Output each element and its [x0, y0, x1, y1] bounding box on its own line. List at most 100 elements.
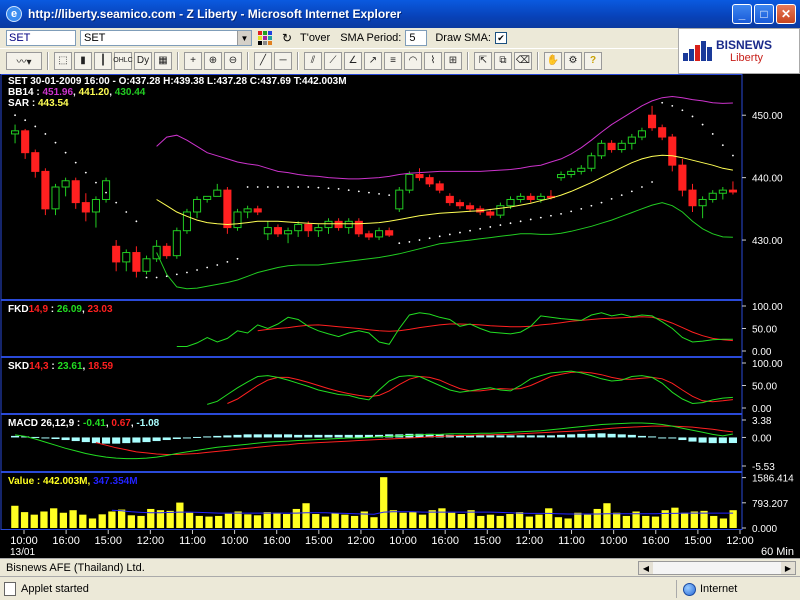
- candle-body: [203, 195, 212, 200]
- close-button[interactable]: ✕: [776, 4, 796, 24]
- help-icon[interactable]: ?: [584, 51, 602, 70]
- x-tick-label: 11:00: [558, 535, 585, 547]
- fibonacci-arc-icon[interactable]: ◠: [404, 51, 422, 70]
- properties-icon[interactable]: ⚙: [564, 51, 582, 70]
- macd-hist-bar: [61, 437, 70, 441]
- chart-area[interactable]: 450.00 440.00 430.00 SET 30-01-2009 16:00 -…: [0, 74, 800, 558]
- candle-body: [102, 180, 111, 200]
- chart-canvas[interactable]: 450.00 440.00 430.00 SET 30-01-2009 16:00 -…: [0, 74, 800, 558]
- sar-dot: [580, 207, 583, 210]
- volume-bar: [88, 518, 97, 528]
- volume-bar: [40, 511, 48, 528]
- sar-dot: [651, 181, 653, 183]
- symbol-select[interactable]: SET ▼: [80, 30, 252, 46]
- candle-body: [61, 180, 70, 188]
- candle-body: [718, 189, 727, 194]
- fkd-k-value: 26.09: [57, 304, 82, 315]
- horizontal-line-icon[interactable]: ─: [274, 51, 292, 70]
- candle-body: [273, 227, 282, 235]
- zoom-in-icon[interactable]: ⊕: [204, 51, 222, 70]
- skd-axis-tick-label: 0.00: [752, 404, 772, 415]
- skd-label: SKD: [8, 361, 29, 372]
- bb-mid-value: 441.20: [79, 87, 110, 98]
- hand-pan-icon[interactable]: ✋: [544, 51, 562, 70]
- stats-icon[interactable]: ▦: [154, 51, 172, 70]
- sar-dot: [539, 216, 542, 219]
- price-axis-tick-label: 440.00: [752, 174, 783, 185]
- candle-body: [708, 192, 717, 200]
- macd-hist-bar: [728, 437, 737, 444]
- maximize-button[interactable]: □: [754, 4, 774, 24]
- sar-dot: [398, 242, 401, 245]
- volume-bar: [564, 518, 572, 528]
- fkd-params: 14,9: [29, 304, 49, 315]
- cycle-icon[interactable]: ⌇: [424, 51, 442, 70]
- candle-body: [435, 183, 444, 191]
- refresh-icon[interactable]: ↻: [278, 29, 296, 47]
- candle-body: [162, 245, 171, 257]
- dy-button[interactable]: Dy: [134, 51, 152, 70]
- sar-dot: [408, 241, 411, 243]
- scroll-left-icon[interactable]: ◀: [639, 562, 653, 574]
- cursor-box-icon[interactable]: ⬚: [54, 51, 72, 70]
- bb-legend: BB14 : 451.96, 441.20, 430.44: [8, 87, 146, 98]
- price-header: SET 30-01-2009 16:00 - O:437.28 H:439.38…: [8, 76, 347, 87]
- macd-hist-bar: [253, 434, 262, 438]
- volume-value-2: 347.354M: [93, 476, 137, 487]
- candle-body: [142, 258, 151, 272]
- channel-icon[interactable]: ⫽: [304, 51, 322, 70]
- horizontal-scrollbar[interactable]: ◀ ▶: [638, 561, 796, 575]
- macd-hist-bar: [506, 435, 515, 438]
- sar-dot: [115, 201, 118, 204]
- sar-dot: [165, 275, 168, 278]
- arrow-line-icon[interactable]: ↗: [364, 51, 382, 70]
- macd-hist-bar: [688, 437, 697, 442]
- bar-chart-icon[interactable]: ┃: [94, 51, 112, 70]
- chevron-down-icon[interactable]: ▼: [237, 31, 251, 45]
- erase-icon[interactable]: ⌫: [514, 51, 532, 70]
- minimize-button[interactable]: _: [732, 4, 752, 24]
- volume-bar: [535, 514, 543, 528]
- candle-body: [314, 227, 323, 232]
- ohlc-button[interactable]: OHLC: [113, 51, 133, 70]
- tover-label[interactable]: T'over: [300, 32, 330, 44]
- candle-body: [172, 230, 181, 257]
- volume-bar: [127, 515, 135, 528]
- sar-dot: [135, 220, 138, 223]
- macd-hist-bar: [71, 437, 80, 442]
- color-grid-icon[interactable]: [256, 29, 274, 47]
- macd-hist-bar: [344, 434, 353, 438]
- sar-dot: [337, 187, 340, 190]
- select-icon[interactable]: ⇱: [474, 51, 492, 70]
- volume-bar: [147, 508, 155, 528]
- trend-line-icon[interactable]: ╱: [254, 51, 272, 70]
- gann-icon[interactable]: ⊞: [444, 51, 462, 70]
- volume-bar: [244, 514, 252, 528]
- zoom-out-icon[interactable]: ⊖: [224, 51, 242, 70]
- candle-body: [728, 189, 737, 193]
- macd-hist-bar: [587, 433, 596, 438]
- macd-hist-bar: [567, 434, 576, 438]
- fan-icon[interactable]: ⟋: [324, 51, 342, 70]
- speed-line-icon[interactable]: ∠: [344, 51, 362, 70]
- copy-icon[interactable]: ⧉: [494, 51, 512, 70]
- draw-sma-checkbox[interactable]: ✔: [494, 32, 507, 44]
- price-axis-tick-label: 450.00: [752, 111, 783, 122]
- symbol-input[interactable]: [6, 30, 76, 46]
- crosshair-icon[interactable]: +: [184, 51, 202, 70]
- candle-body: [415, 174, 424, 179]
- logo-line2: Liberty: [730, 52, 764, 64]
- sar-dot: [641, 186, 643, 188]
- chart-type-dropdown[interactable]: 〰▾: [6, 51, 42, 70]
- sar-dot: [489, 226, 492, 228]
- volume-bar: [719, 518, 728, 528]
- sar-dot: [519, 220, 522, 223]
- candlestick-icon[interactable]: ▮: [74, 51, 92, 70]
- scroll-right-icon[interactable]: ▶: [781, 562, 795, 574]
- volume-bar: [525, 516, 533, 528]
- sma-period-input[interactable]: [405, 30, 428, 46]
- x-tick-label: 15:00: [474, 535, 502, 547]
- macd-hist-bar: [486, 435, 495, 438]
- volume-bar: [302, 503, 310, 528]
- fibonacci-icon[interactable]: ≡: [384, 51, 402, 70]
